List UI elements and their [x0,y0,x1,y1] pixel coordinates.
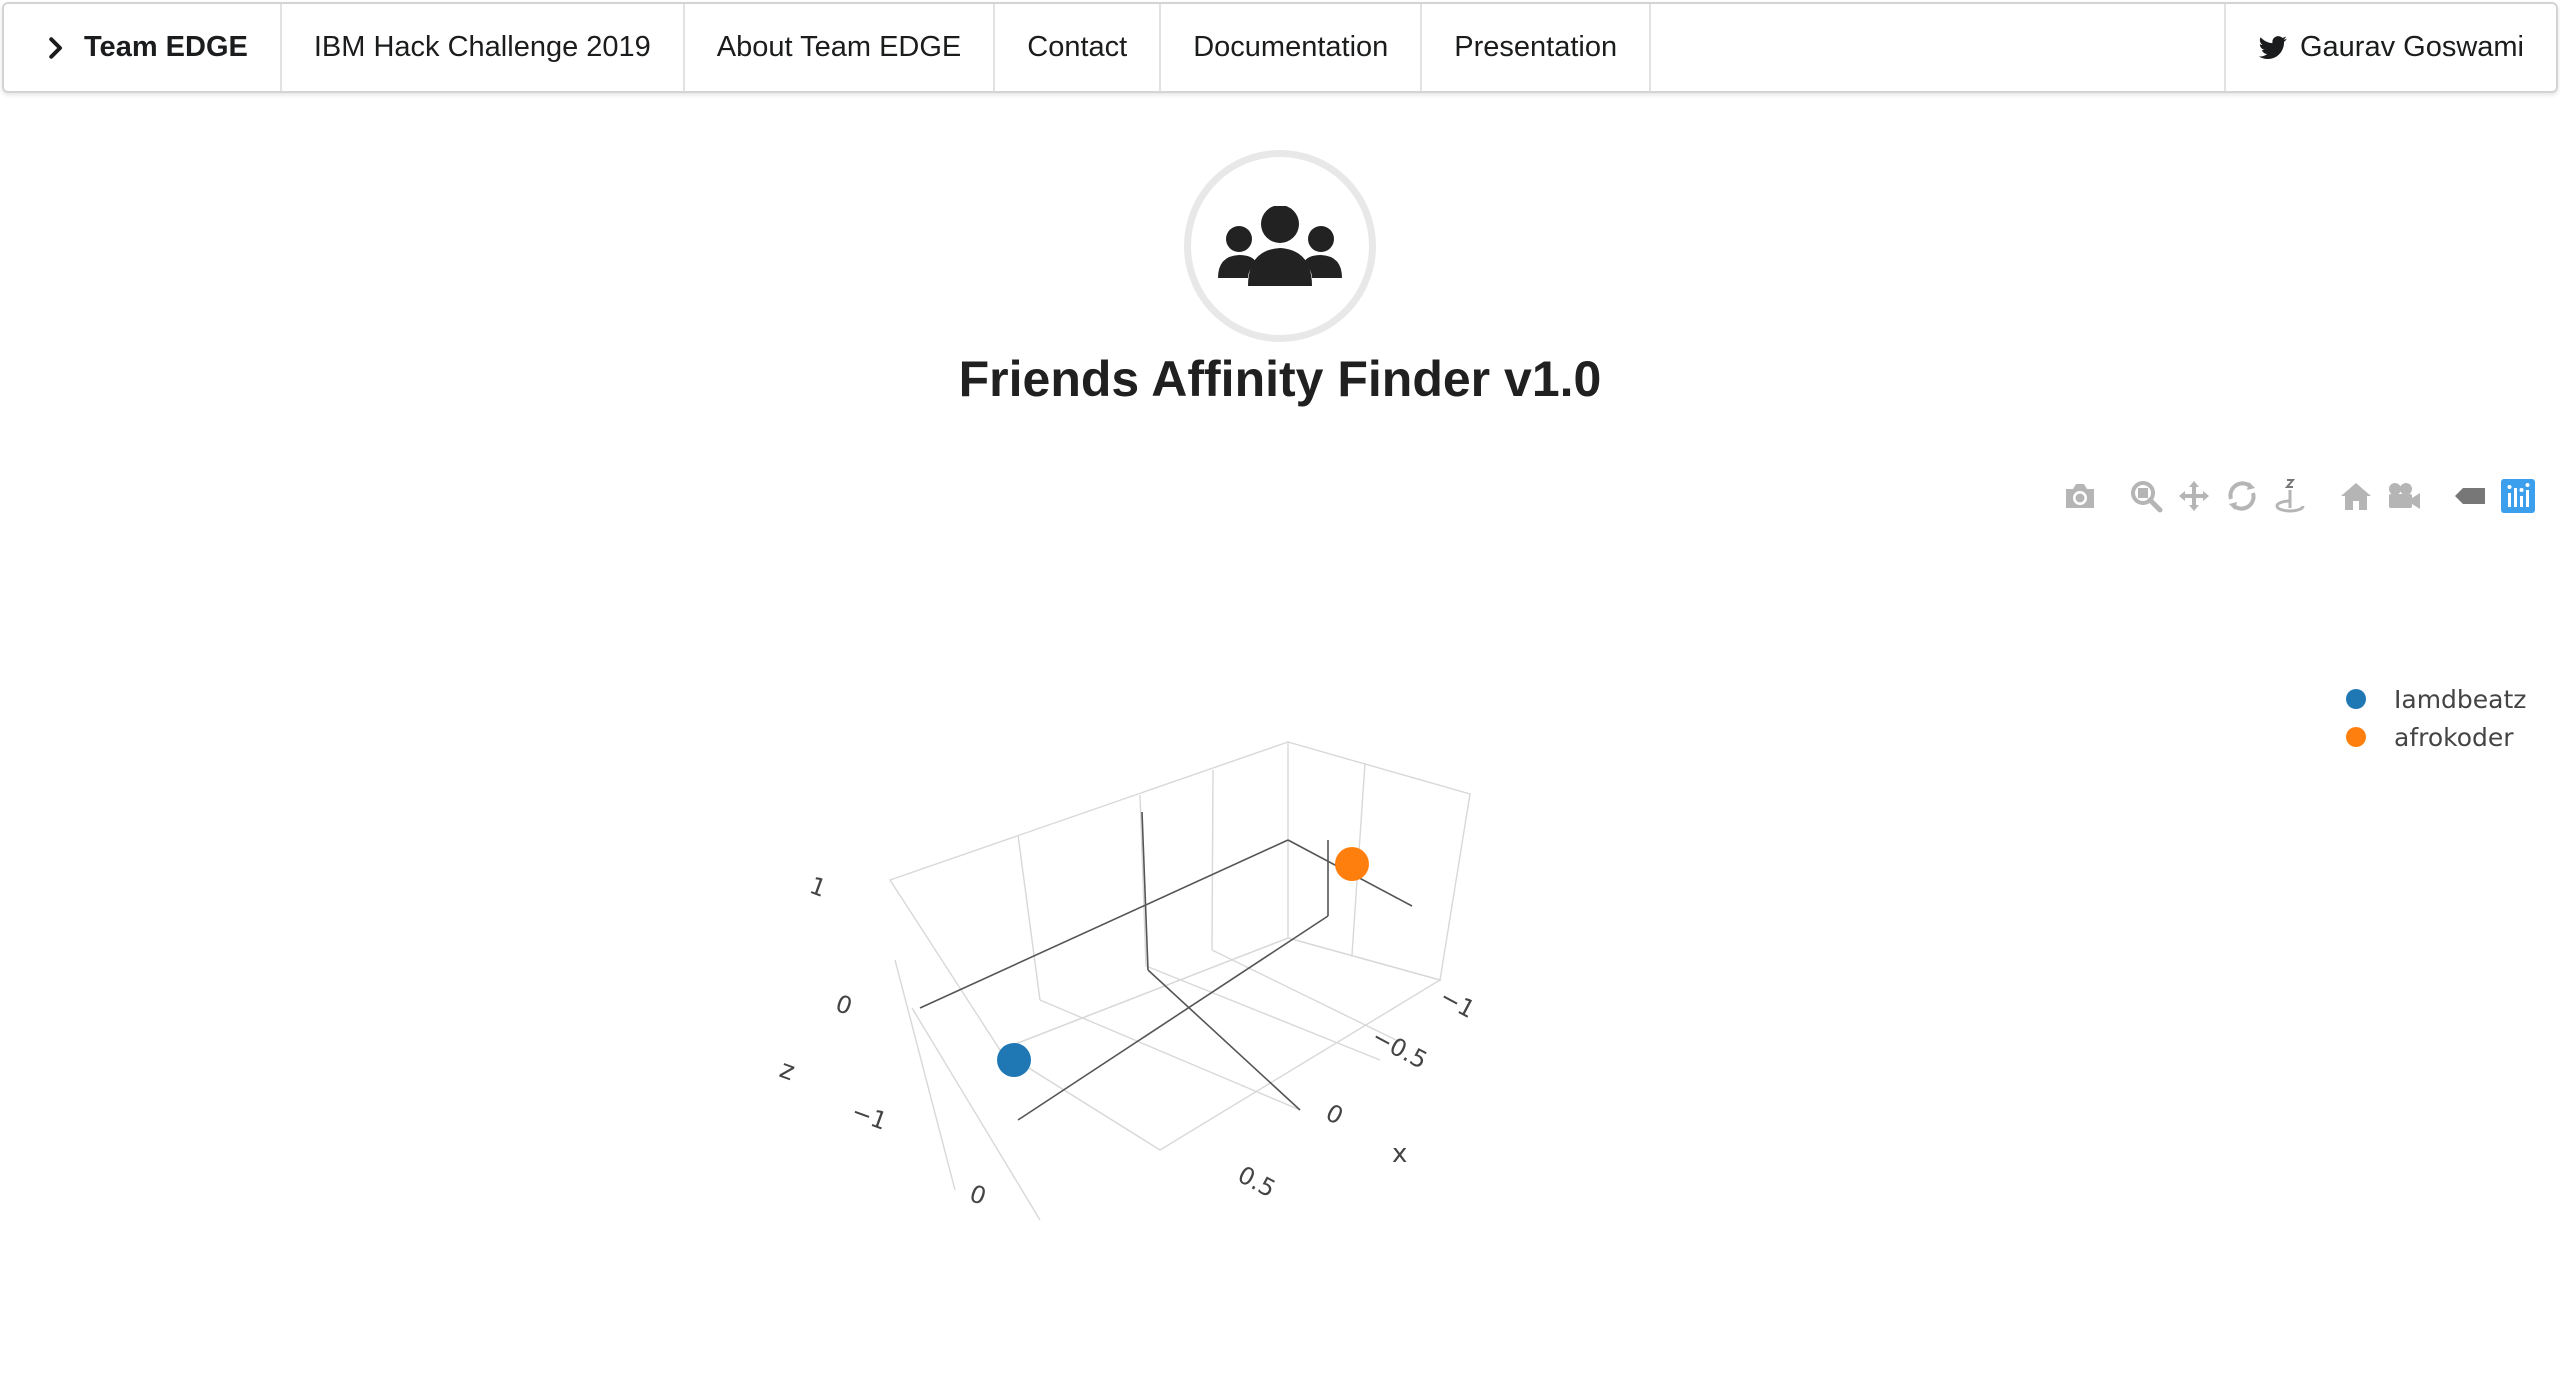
chevron-right-icon [49,36,62,59]
nav-item-label: Presentation [1454,31,1618,63]
zoom-button[interactable] [2126,476,2166,516]
nav-item-label: IBM Hack Challenge 2019 [313,31,651,63]
x-tick-label: 0.5 [1233,1161,1280,1204]
plot-modebar [2060,476,2546,516]
last-save-camera-icon [2389,483,2420,509]
legend-marker [2346,689,2366,709]
twitter-icon [2258,35,2287,59]
plotly-logo-button[interactable] [2498,476,2538,516]
pan-icon [2179,481,2209,511]
turntable-rotation-button[interactable] [2270,476,2310,516]
pan-button[interactable] [2174,476,2214,516]
page-title: Friends Affinity Finder v1.0 [958,351,1602,407]
reset-camera-icon [2341,483,2371,510]
top-menu: Team EDGE IBM Hack Challenge 2019 About … [2,2,2558,93]
y-tick-labels: 0 [966,1179,990,1211]
user-name: Gaurav Goswami [2299,31,2524,63]
users-icon [1218,206,1342,286]
scatter3d-scene[interactable]: 1 0 −1 z −1 −0.5 0 0.5 x 0 [740,720,1500,1240]
hover-toggle-button[interactable] [2450,476,2490,516]
nav-item-label: Contact [1027,31,1128,63]
x-tick-label: 0 [1321,1099,1348,1131]
nav-item-presentation[interactable]: Presentation [1422,4,1652,91]
orbit-rotation-button[interactable] [2222,476,2262,516]
z-tick-label: 1 [806,871,830,903]
z-tick-label: −1 [848,1097,891,1135]
hover-toggle-icon [2455,488,2485,504]
nav-item-contact[interactable]: Contact [995,4,1162,91]
z-axis-title: z [776,1054,799,1087]
nav-item-label: Documentation [1193,31,1389,63]
brand-label: Team EDGE [84,31,248,63]
plot-legend: Iamdbeatz afrokoder [2340,680,2526,756]
x-axis-title: x [1392,1139,1407,1169]
plotly-logo-icon [2501,479,2535,513]
menu-spacer [1651,4,2224,91]
camera-icon [2066,484,2094,508]
data-points [997,847,1369,1077]
z-tick-label: 0 [832,989,856,1021]
x-tick-label: −1 [1435,983,1479,1024]
user-twitter-link[interactable]: Gaurav Goswami [2223,4,2556,91]
last-save-camera-button[interactable] [2384,476,2424,516]
nav-item-about[interactable]: About Team EDGE [685,4,996,91]
zoom-icon [2131,481,2163,513]
legend-label: afrokoder [2394,722,2514,752]
legend-label: Iamdbeatz [2394,684,2527,714]
logo-circle [1184,150,1376,342]
legend-marker [2346,727,2366,747]
orbit-rotation-icon [2228,481,2256,511]
grid-lines [888,741,1471,1221]
nav-item-documentation[interactable]: Documentation [1161,4,1423,91]
z-tick-labels: 1 0 −1 z [776,871,891,1135]
legend-item-afrokoder[interactable]: afrokoder [2340,718,2526,756]
nav-item-label: About Team EDGE [716,31,962,63]
x-tick-label: −0.5 [1367,1023,1432,1075]
turntable-rotation-icon [2275,479,2305,513]
y-tick-label: 0 [966,1179,990,1211]
camera-button[interactable] [2060,476,2100,516]
point-afrokoder[interactable] [1335,847,1369,881]
point-iamdbeatz[interactable] [997,1043,1031,1077]
nav-item-hack-challenge[interactable]: IBM Hack Challenge 2019 [282,4,685,91]
reset-camera-button[interactable] [2336,476,2376,516]
brand-item[interactable]: Team EDGE [4,4,282,91]
legend-item-iamdbeatz[interactable]: Iamdbeatz [2340,680,2526,718]
